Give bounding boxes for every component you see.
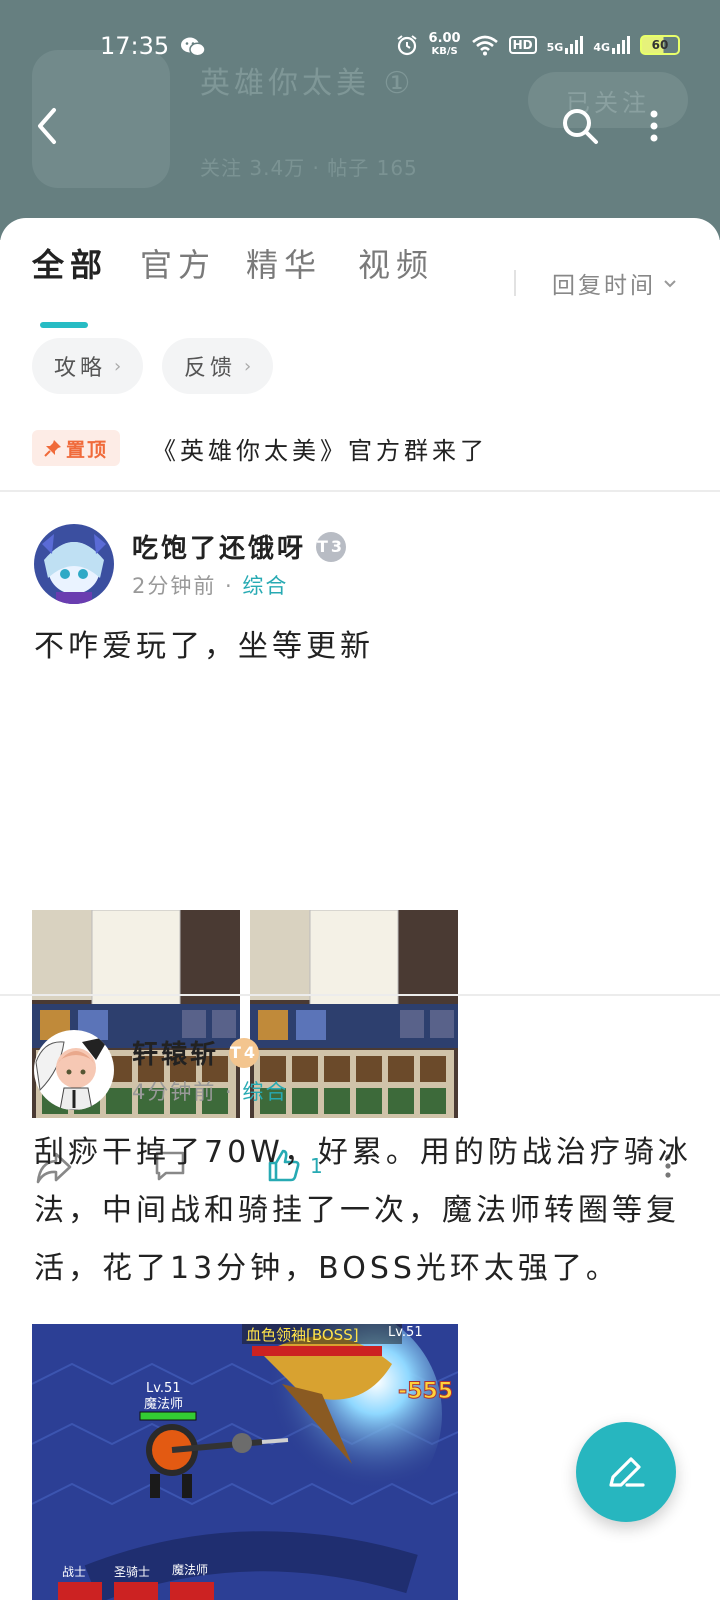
avatar[interactable] [34, 1030, 114, 1110]
search-icon[interactable] [560, 104, 600, 148]
post-text[interactable]: 不咋爱玩了，坐等更新 [34, 618, 694, 676]
chevron-right-icon: › [114, 355, 122, 377]
tab-video[interactable]: 视频 [358, 240, 434, 286]
forum-stats: 关注 3.4万 · 帖子 165 [200, 156, 418, 180]
tab-all[interactable]: 全部 [32, 240, 108, 286]
signal-4g-icon: 4G [593, 36, 630, 54]
status-time: 17:35 [100, 32, 170, 60]
post-meta: 4分钟前 · 综合 [132, 1080, 289, 1104]
party-member-1: 战士 [62, 1565, 86, 1579]
pen-icon [609, 1457, 645, 1487]
back-icon[interactable] [28, 104, 68, 148]
hd-badge: HD [508, 36, 537, 54]
network-speed: 6.00 KB/S [428, 31, 461, 57]
status-bar: 17:35 6.00 KB/S HD 5G 4G 60 [0, 28, 720, 68]
tab-divider [514, 270, 516, 296]
chip-label: 反馈 [184, 356, 237, 381]
author-name[interactable]: 轩辕斩 T4 [132, 1034, 260, 1071]
section-divider [0, 994, 720, 996]
sort-label: 回复时间 [552, 273, 656, 299]
compose-button[interactable] [576, 1422, 676, 1522]
chip-feedback[interactable]: 反馈 › [162, 338, 274, 394]
pinned-badge: 置顶 [32, 430, 121, 466]
game-boss-level: Lv.51 [388, 1325, 423, 1340]
content-sheet: 全部 官方 精华 视频 回复时间 攻略 › 反馈 › 置顶 《英雄你太美》官方群来了 [0, 218, 720, 1600]
post-category[interactable]: 综合 [242, 574, 288, 598]
more-icon[interactable] [640, 104, 668, 148]
post-image[interactable]: 血色领袖[BOSS] Lv.51 -555 Lv.51 魔法师 战士 圣骑士 魔… [32, 1324, 458, 1600]
tab-indicator [40, 322, 88, 328]
forum-header: 英雄你太美 ① 关注 3.4万 · 帖子 165 已关注 17:35 6.00 … [0, 0, 720, 240]
sort-dropdown[interactable]: 回复时间 [552, 266, 678, 300]
tab-featured[interactable]: 精华 [246, 240, 322, 286]
game-boss-name: 血色领袖[BOSS] [246, 1326, 359, 1344]
post-text[interactable]: 刮痧干掉了70W，好累。用的防战治疗骑冰法，中间战和骑挂了一次，魔法师转圈等复活… [34, 1124, 694, 1298]
party-member-3: 魔法师 [172, 1562, 208, 1577]
post-category[interactable]: 综合 [242, 1080, 288, 1104]
avatar[interactable] [34, 524, 114, 604]
pinned-post[interactable]: 置顶 《英雄你太美》官方群来了 [32, 430, 488, 466]
pin-icon [44, 440, 61, 457]
post-meta: 2分钟前 · 综合 [132, 574, 289, 598]
game-hero-class: 魔法师 [144, 1397, 183, 1412]
section-divider [0, 490, 720, 492]
tab-bar: 全部 官方 精华 视频 回复时间 [0, 240, 720, 328]
game-damage: -555 [398, 1379, 453, 1404]
chip-guide[interactable]: 攻略 › [32, 338, 144, 394]
chevron-right-icon: › [244, 355, 252, 377]
tab-official[interactable]: 官方 [140, 240, 216, 286]
party-member-2: 圣骑士 [114, 1565, 150, 1579]
alarm-icon [396, 35, 417, 56]
signal-5g-icon: 5G [547, 36, 584, 54]
status-indicators: 6.00 KB/S HD 5G 4G 60 [395, 32, 680, 58]
wifi-icon [471, 35, 498, 56]
battery-icon: 60 [640, 35, 680, 55]
level-badge: T3 [316, 531, 347, 562]
pinned-title: 《英雄你太美》官方群来了 [152, 436, 489, 465]
level-badge: T4 [229, 1037, 260, 1068]
chip-label: 攻略 [54, 356, 107, 381]
wechat-icon [181, 37, 206, 57]
author-name[interactable]: 吃饱了还饿呀 T3 [132, 528, 347, 565]
game-hero-level: Lv.51 [146, 1381, 181, 1396]
chevron-down-icon [664, 280, 676, 288]
